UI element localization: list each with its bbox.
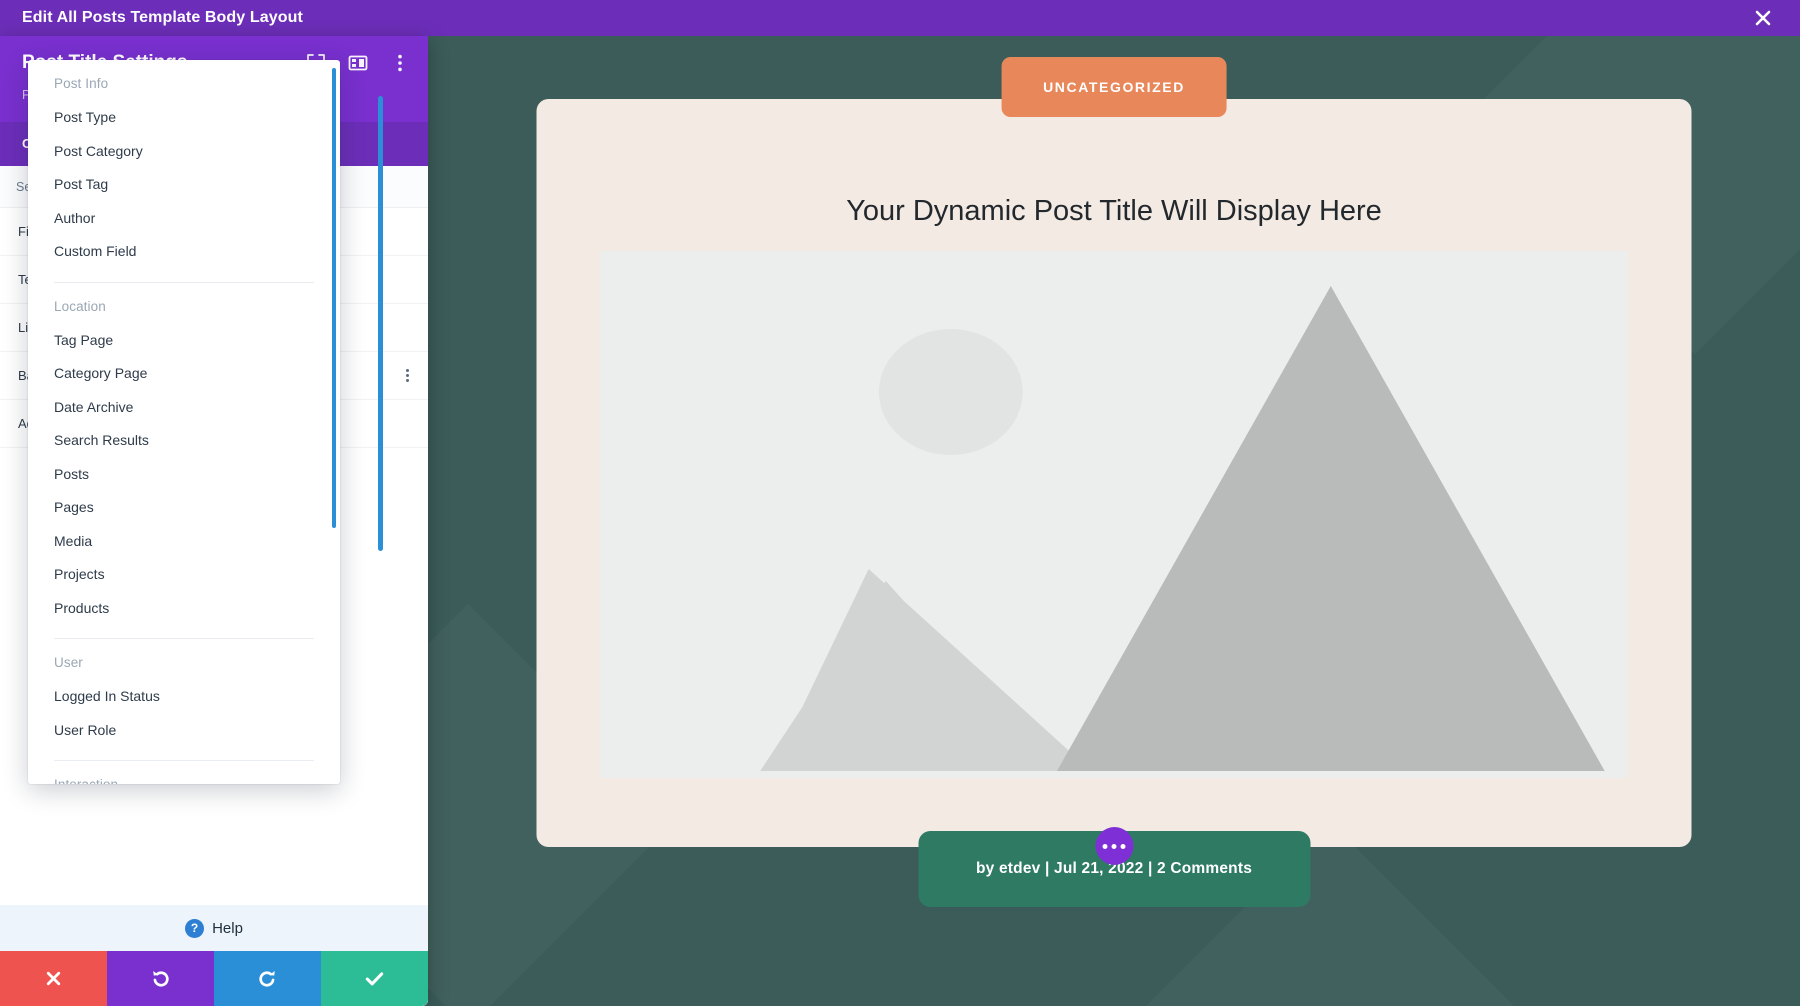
dropdown-item-search-results[interactable]: Search Results (54, 424, 314, 458)
dropdown-scrollbar[interactable] (332, 68, 336, 528)
redo-button[interactable] (214, 951, 321, 1006)
dropdown-item-logged-in-status[interactable]: Logged In Status (54, 680, 314, 714)
dot (406, 369, 409, 372)
section-label: User (54, 655, 83, 670)
post-card: UNCATEGORIZED Your Dynamic Post Title Wi… (536, 57, 1692, 907)
dropdown-section-interaction: Interaction (28, 761, 340, 784)
dropdown-item-date-archive[interactable]: Date Archive (54, 391, 314, 425)
dropdown-section-location: Location Tag Page Category Page Date Arc… (28, 283, 340, 626)
dot (1111, 843, 1117, 849)
dropdown-item-category-page[interactable]: Category Page (54, 357, 314, 391)
dropdown-item-posts[interactable]: Posts (54, 458, 314, 492)
dropdown-item-author[interactable]: Author (54, 202, 314, 236)
save-button[interactable] (321, 951, 428, 1006)
dot (406, 374, 409, 377)
dot (1102, 843, 1108, 849)
more-dots-icon[interactable] (1095, 827, 1133, 865)
category-badge[interactable]: UNCATEGORIZED (1001, 57, 1227, 117)
section-label: Post Info (54, 76, 109, 91)
dropdown-item-projects[interactable]: Projects (54, 558, 314, 592)
close-icon[interactable] (1752, 7, 1774, 29)
dropdown-item-user-role[interactable]: User Role (54, 714, 314, 748)
featured-image-placeholder (600, 251, 1628, 778)
section-label: Interaction (54, 761, 314, 784)
divi-visual-builder: Edit All Posts Template Body Layout UNCA… (0, 0, 1800, 1006)
dropdown-item-pages[interactable]: Pages (54, 491, 314, 525)
dropdown-item-post-category[interactable]: Post Category (54, 135, 314, 169)
dot (406, 379, 409, 382)
dropdown-item-custom-field[interactable]: Custom Field (54, 235, 314, 269)
dropdown-scroll-area[interactable]: Post Info Post Type Post Category Post T… (28, 60, 340, 784)
dropdown-section-post-info: Post Info Post Type Post Category Post T… (28, 60, 340, 269)
dropdown-item-tag-page[interactable]: Tag Page (54, 324, 314, 358)
section-label: Location (54, 298, 106, 314)
cancel-button[interactable] (0, 951, 107, 1006)
post-preview-canvas: UNCATEGORIZED Your Dynamic Post Title Wi… (428, 36, 1800, 1006)
dropdown-item-media[interactable]: Media (54, 525, 314, 559)
more-options-icon[interactable] (390, 53, 410, 73)
dropdown-item-post-tag[interactable]: Post Tag (54, 168, 314, 202)
dropdown-section-user: User Logged In Status User Role (28, 639, 340, 747)
dropdown-item-post-type[interactable]: Post Type (54, 101, 314, 135)
undo-button[interactable] (107, 951, 214, 1006)
help-label[interactable]: Help (212, 920, 243, 937)
top-bar: Edit All Posts Template Body Layout (0, 0, 1800, 36)
dynamic-content-dropdown: Post Info Post Type Post Category Post T… (28, 60, 340, 784)
settings-action-bar (0, 951, 428, 1006)
dot (1120, 843, 1126, 849)
focus-indicator-bar (378, 96, 383, 551)
help-strip: ? Help (0, 905, 428, 951)
dropdown-item-products[interactable]: Products (54, 592, 314, 626)
question-mark-icon[interactable]: ? (185, 918, 205, 938)
row-options-icon[interactable] (406, 367, 410, 384)
layout-icon[interactable] (348, 53, 368, 73)
post-title-text[interactable]: Your Dynamic Post Title Will Display Her… (537, 195, 1692, 228)
page-title: Edit All Posts Template Body Layout (22, 9, 303, 26)
